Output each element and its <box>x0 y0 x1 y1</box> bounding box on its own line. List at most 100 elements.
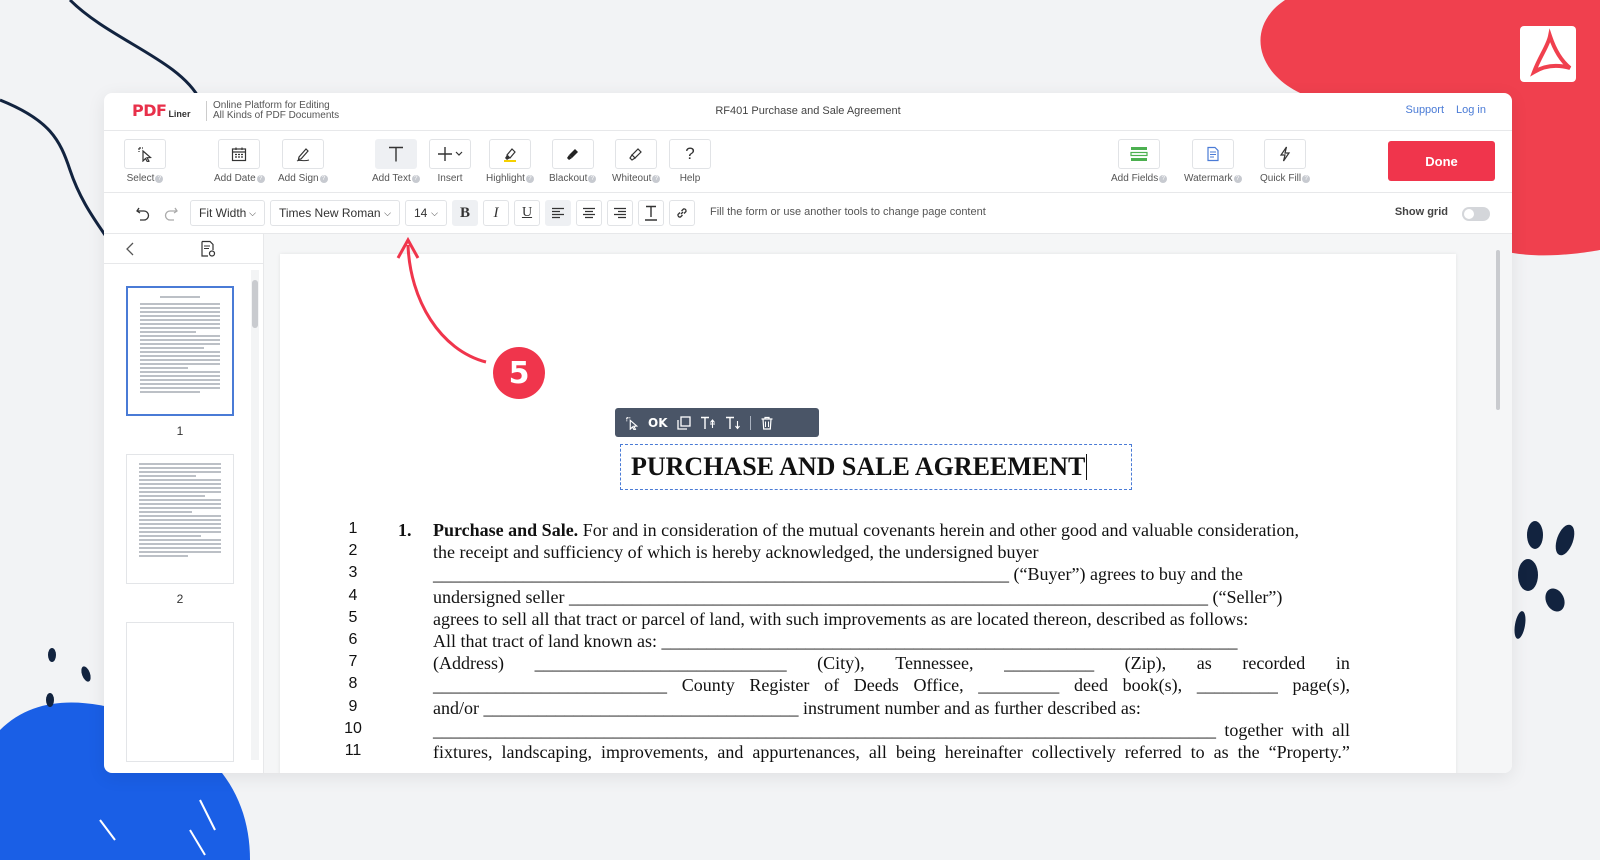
collapse-sidebar-button[interactable] <box>124 241 136 262</box>
selected-text-box[interactable]: PURCHASE AND SALE AGREEMENT <box>620 444 1132 490</box>
line-number: 3 <box>348 564 358 582</box>
support-link[interactable]: Support <box>1405 104 1444 116</box>
ok-button[interactable]: OK <box>648 416 668 430</box>
line-segment: __________ <box>1004 653 1095 674</box>
line-number: 1 <box>348 520 358 537</box>
document-line: 8 __________________________ County Registe… <box>280 675 1456 697</box>
line-segment: (Zip), <box>1124 653 1167 674</box>
line-segment: collectively <box>1031 742 1116 762</box>
line-segment: fixtures, <box>433 742 493 762</box>
document-line: 7 (Address) ____________________________ (C… <box>280 653 1456 675</box>
page-settings-button[interactable] <box>199 240 217 263</box>
line-text: fixtures, landscaping, improvements, and app… <box>433 742 1350 763</box>
select-cursor-icon[interactable] <box>625 416 639 430</box>
chevron-down-icon: ⌵ <box>249 207 256 218</box>
undo-icon <box>136 207 150 221</box>
document-viewport: OK PURCHASE AND SALE AGREEMENT 1 1. Purc… <box>264 234 1512 773</box>
align-right-button[interactable] <box>607 200 633 226</box>
document-line: 5 agrees to sell all that tract or parcel… <box>280 609 1456 631</box>
add-fields-label: Add Fields <box>1111 173 1159 184</box>
link-button[interactable] <box>669 200 695 226</box>
add-sign-tool[interactable]: Add Sign? <box>278 139 328 184</box>
select-label: Select <box>126 173 155 184</box>
help-tool[interactable]: ? Help <box>669 139 711 184</box>
blackout-label: Blackout <box>549 173 588 184</box>
help-dot-icon: ? <box>525 174 534 183</box>
underline-button[interactable]: U <box>514 200 540 226</box>
line-segment: “Property.” <box>1268 742 1350 762</box>
blackout-tool[interactable]: Blackout? <box>549 139 597 184</box>
document-line: 10 ______________________________________… <box>280 720 1456 742</box>
bold-button[interactable]: B <box>452 200 478 226</box>
line-text: agrees to sell all that tract or parcel … <box>433 609 1350 630</box>
add-date-label: Add Date <box>214 173 256 184</box>
redo-button[interactable] <box>158 200 184 226</box>
sidebar-scrollbar[interactable] <box>251 270 259 760</box>
chevron-down-icon: ⌵ <box>384 207 391 218</box>
font-size-select[interactable]: 14 ⌵ <box>405 200 447 226</box>
editor-window: PDF Liner Online Platform for Editing Al… <box>104 93 1512 773</box>
blackout-marker-icon <box>551 139 594 169</box>
sidebar-scroll-thumb[interactable] <box>252 280 258 328</box>
line-text: and/or _________________________________… <box>433 698 1350 719</box>
line-number: 9 <box>348 697 358 715</box>
trash-icon[interactable] <box>760 416 774 430</box>
help-dot-icon: ? <box>1159 174 1168 183</box>
line-segment: in <box>1335 653 1350 674</box>
line-number: 11 <box>344 742 362 759</box>
quick-fill-tool[interactable]: Quick Fill? <box>1260 139 1311 184</box>
line-segment: to <box>1190 742 1205 762</box>
decrease-font-size-icon[interactable] <box>725 416 741 430</box>
page-thumbnail-2[interactable] <box>126 454 234 584</box>
page-thumbnail-3[interactable] <box>126 622 234 762</box>
line-segment: Register <box>749 675 810 696</box>
align-center-button[interactable] <box>576 200 602 226</box>
line-height-button[interactable] <box>638 200 664 226</box>
line-segment: being <box>895 742 936 762</box>
increase-font-size-icon[interactable] <box>700 416 716 430</box>
undo-button[interactable] <box>130 200 156 226</box>
text-edit-floating-toolbar: OK <box>615 408 819 437</box>
line-segment: deed <box>1073 675 1108 696</box>
line-segment: appurtenances, <box>752 742 860 762</box>
question-mark-icon: ? <box>669 139 711 169</box>
whiteout-tool[interactable]: Whiteout? <box>612 139 661 184</box>
thumbnail-content <box>140 296 220 395</box>
copy-icon[interactable] <box>676 415 691 430</box>
login-link[interactable]: Log in <box>1456 104 1486 116</box>
add-text-tool[interactable]: Add Text? <box>372 139 420 184</box>
line-text: the receipt and sufficiency of which is … <box>433 542 1350 563</box>
line-segment: landscaping, <box>501 742 592 762</box>
page-thumbnail-1[interactable] <box>126 286 234 416</box>
document-page[interactable]: OK PURCHASE AND SALE AGREEMENT 1 1. Purc… <box>280 254 1456 773</box>
whiteout-label: Whiteout <box>612 173 652 184</box>
align-left-button[interactable] <box>545 200 571 226</box>
add-date-tool[interactable]: Add Date? <box>214 139 265 184</box>
app-header: PDF Liner Online Platform for Editing Al… <box>104 93 1512 131</box>
line-segment: the <box>1237 742 1260 762</box>
help-dot-icon: ? <box>652 174 661 183</box>
select-tool[interactable]: Select? <box>124 139 166 184</box>
line-segment: book(s), <box>1122 675 1183 696</box>
line-segment: page(s), <box>1292 675 1350 696</box>
font-family-select[interactable]: Times New Roman ⌵ <box>270 200 400 226</box>
show-grid-toggle[interactable] <box>1462 207 1490 221</box>
zoom-select[interactable]: Fit Width ⌵ <box>190 200 265 226</box>
watermark-label: Watermark <box>1184 173 1233 184</box>
redo-icon <box>164 207 178 221</box>
highlight-tool[interactable]: Highlight? <box>486 139 534 184</box>
add-fields-tool[interactable]: Add Fields? <box>1111 139 1168 184</box>
line-segment: referred <box>1124 742 1182 762</box>
document-scrollbar[interactable] <box>1496 250 1500 410</box>
line-number: 8 <box>348 675 358 693</box>
font-size-value: 14 <box>414 206 428 220</box>
document-line: 4 undersigned seller ____________________… <box>280 587 1456 609</box>
insert-tool[interactable]: Insert <box>429 139 471 184</box>
help-label: Help <box>679 173 701 184</box>
agreement-title: PURCHASE AND SALE AGREEMENT <box>631 452 1086 481</box>
watermark-tool[interactable]: Watermark? <box>1184 139 1242 184</box>
italic-button[interactable]: I <box>483 200 509 226</box>
highlight-label: Highlight <box>486 173 525 184</box>
line-segment: Office, <box>913 675 964 696</box>
done-button[interactable]: Done <box>1388 141 1495 181</box>
